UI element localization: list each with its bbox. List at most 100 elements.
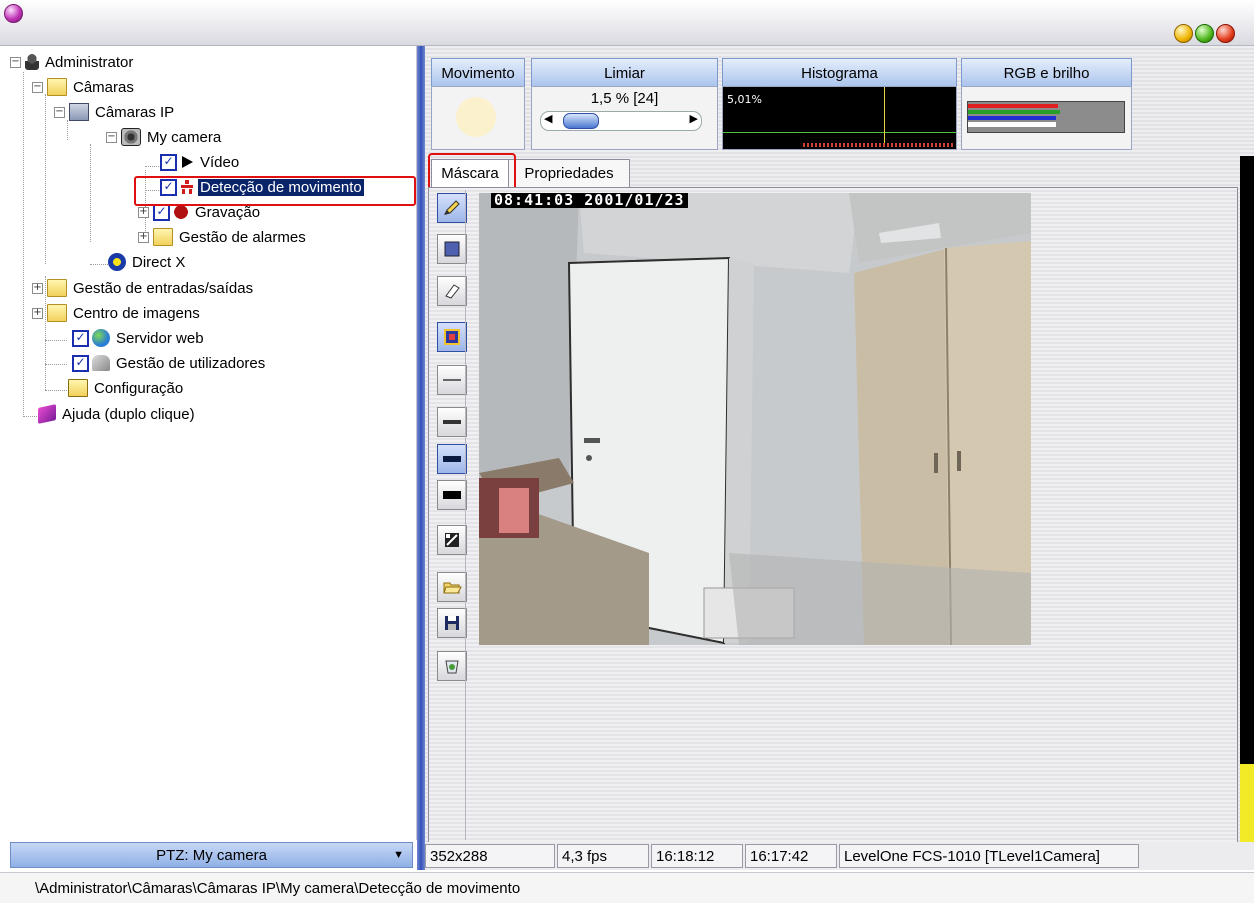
maximize-button[interactable]	[1195, 24, 1214, 43]
mask-editor: 08:41:03 2001/01/23	[428, 187, 1238, 845]
extra-thick-line-icon	[443, 491, 461, 499]
camera-image	[479, 193, 1031, 645]
camera-video-frame: 08:41:03 2001/01/23	[479, 193, 1031, 645]
invert-mask-button[interactable]	[437, 525, 467, 555]
tree-item-image-center[interactable]: + Centro de imagens	[32, 302, 202, 324]
video-checkbox[interactable]: ✓	[160, 153, 177, 171]
extra-thick-line-button[interactable]	[437, 480, 467, 510]
expand-icon[interactable]: +	[138, 231, 149, 243]
tree-item-camaras[interactable]: − Câmaras	[32, 76, 136, 98]
folder-icon	[47, 279, 67, 297]
rgb-bars	[967, 101, 1125, 133]
slider-left-arrow-icon[interactable]: ◀	[544, 112, 552, 125]
tree-item-alarms[interactable]: + Gestão de alarmes	[138, 226, 308, 248]
motion-indicator	[431, 86, 525, 150]
movimento-header[interactable]: Movimento	[431, 58, 525, 88]
ptz-selector[interactable]: PTZ: My camera ▼	[10, 842, 413, 868]
expand-icon[interactable]: +	[138, 206, 149, 218]
clear-mask-button[interactable]	[437, 651, 467, 681]
histogram-threshold-line	[723, 132, 956, 133]
tree-item-web-server[interactable]: ✓ Servidor web	[72, 327, 206, 349]
tab-propriedades-label: Propriedades	[524, 165, 614, 182]
camera-icon	[121, 128, 141, 146]
directx-icon	[108, 253, 126, 271]
status-camera: LevelOne FCS-1010 [TLevel1Camera]	[839, 844, 1139, 868]
collapse-icon[interactable]: −	[10, 56, 21, 68]
tree-item-label: Ajuda (duplo clique)	[62, 405, 195, 423]
rgb-header[interactable]: RGB e brilho	[961, 58, 1132, 88]
globe-icon	[92, 329, 110, 347]
collapse-icon[interactable]: −	[54, 106, 65, 118]
histogram-bars	[803, 143, 953, 147]
rgb-brightness-panel	[961, 86, 1132, 150]
tree-item-user-management[interactable]: ✓ Gestão de utilizadores	[72, 352, 267, 374]
threshold-value: 1,5 % [24]	[590, 90, 659, 107]
medium-line-button[interactable]	[437, 407, 467, 437]
tree-item-configuration[interactable]: Configuração	[68, 377, 185, 399]
blue-bar	[968, 116, 1056, 120]
slider-right-arrow-icon[interactable]: ▶	[690, 112, 698, 125]
tree-item-video[interactable]: ✓ Vídeo	[160, 151, 241, 173]
user-management-checkbox[interactable]: ✓	[72, 354, 89, 372]
tree-item-label: My camera	[147, 128, 222, 146]
tree-item-label: Gestão de utilizadores	[116, 354, 266, 372]
green-bar	[968, 110, 1060, 114]
folder-open-icon	[443, 582, 462, 594]
open-file-button[interactable]	[437, 572, 467, 602]
panel-splitter[interactable]	[417, 46, 425, 870]
administrator-icon	[25, 54, 39, 70]
mask-tool-button[interactable]	[437, 322, 467, 352]
save-button[interactable]	[437, 608, 467, 638]
navigation-tree: − Administrator − Câmaras − Câmaras IP −…	[0, 46, 417, 840]
folder-open-icon	[47, 78, 67, 96]
slider-thumb[interactable]	[563, 113, 599, 129]
tree-item-label: Câmaras	[73, 78, 134, 96]
tree-item-help[interactable]: Ajuda (duplo clique)	[38, 403, 197, 425]
motion-level-meter	[1240, 156, 1254, 846]
eraser-tool-button[interactable]	[437, 276, 467, 306]
pencil-tool-button[interactable]	[437, 193, 467, 223]
recycle-bin-icon	[445, 660, 459, 674]
rectangle-tool-button[interactable]	[437, 234, 467, 264]
thin-line-icon	[443, 379, 461, 381]
collapse-icon[interactable]: −	[32, 81, 43, 93]
tab-propriedades[interactable]: Propriedades	[508, 159, 630, 187]
thick-line-button[interactable]	[437, 444, 467, 474]
current-path: \Administrator\Câmaras\Câmaras IP\My cam…	[35, 879, 521, 897]
thin-line-button[interactable]	[437, 365, 467, 395]
configuration-icon	[68, 379, 88, 397]
status-fps: 4,3 fps	[557, 844, 649, 868]
threshold-slider[interactable]: ◀ ▶	[540, 111, 702, 131]
help-book-icon	[38, 404, 56, 424]
histograma-header[interactable]: Histograma	[722, 58, 957, 88]
main-area: Movimento Limiar Histograma RGB e brilho…	[425, 46, 1254, 870]
tree-item-my-camera[interactable]: − My camera	[106, 126, 223, 148]
tree-item-label: Vídeo	[200, 153, 240, 171]
tree-item-label: Direct X	[132, 253, 186, 271]
brightness-bar	[968, 122, 1056, 127]
limiar-label: Limiar	[604, 64, 645, 82]
network-camera-icon	[69, 103, 89, 121]
web-server-checkbox[interactable]: ✓	[72, 329, 89, 347]
expand-icon[interactable]: +	[32, 282, 43, 294]
status-bar: 352x288 4,3 fps 16:18:12 16:17:42 LevelO…	[425, 842, 1254, 870]
histograma-label: Histograma	[801, 64, 878, 82]
histogram-marker-line	[884, 87, 885, 147]
collapse-icon[interactable]: −	[106, 131, 117, 143]
tree-item-label: Servidor web	[116, 329, 204, 347]
minimize-button[interactable]	[1174, 24, 1193, 43]
tree-item-administrator[interactable]: − Administrator	[10, 51, 135, 73]
video-timestamp: 08:41:03 2001/01/23	[491, 193, 688, 208]
tree-item-directx[interactable]: Direct X	[108, 251, 187, 273]
folder-icon	[153, 228, 173, 246]
motion-level-fill	[1240, 764, 1254, 846]
close-button[interactable]	[1216, 24, 1235, 43]
play-icon	[180, 154, 194, 170]
tree-item-io-management[interactable]: + Gestão de entradas/saídas	[32, 277, 255, 299]
tree-item-camaras-ip[interactable]: − Câmaras IP	[54, 101, 176, 123]
expand-icon[interactable]: +	[32, 307, 43, 319]
recording-checkbox[interactable]: ✓	[153, 203, 170, 221]
window-menu-icon[interactable]	[4, 4, 23, 23]
limiar-header[interactable]: Limiar	[531, 58, 718, 88]
invert-icon	[445, 533, 459, 547]
